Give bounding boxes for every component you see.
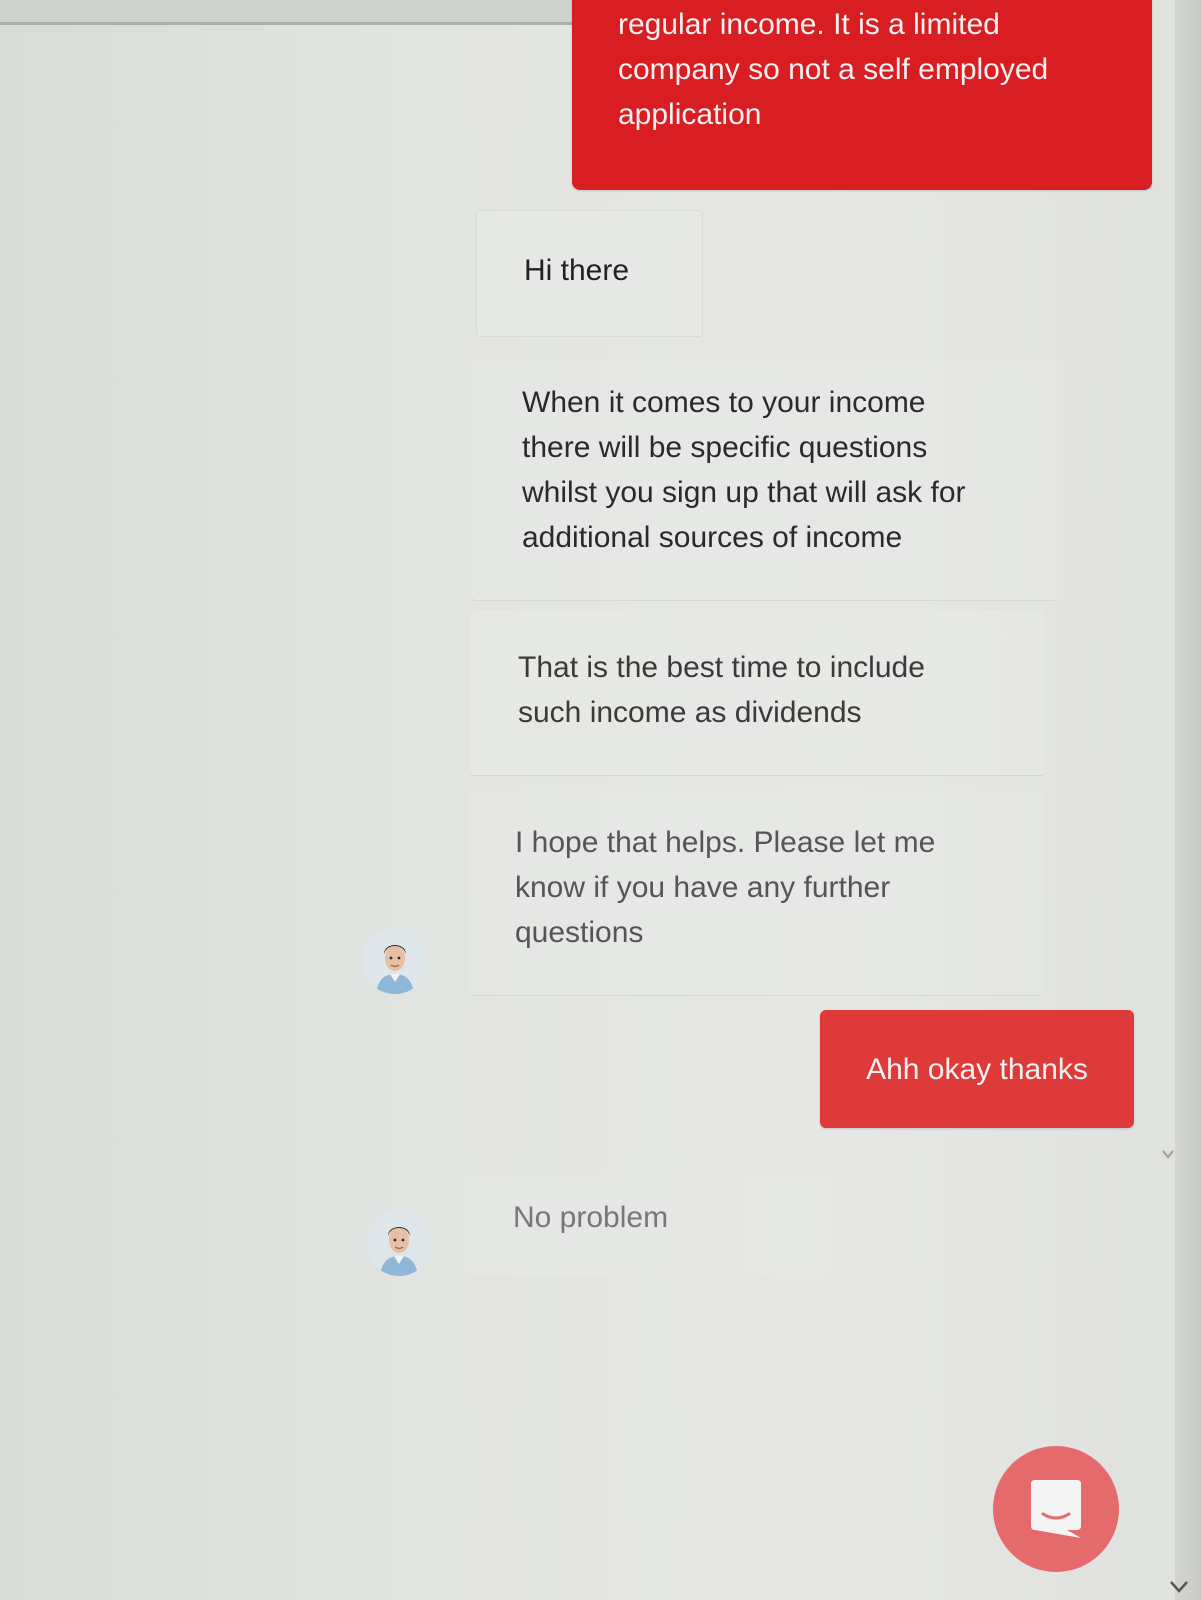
message-line: Ahh okay thanks [866, 1052, 1088, 1086]
message-line: know if you have any further [515, 871, 891, 904]
message-line: whilst you sign up that will ask for [522, 476, 966, 509]
message-line: application [618, 98, 762, 131]
user-message-income: regular income. It is a limited company … [572, 0, 1152, 190]
message-line: That is the best time to include [518, 651, 925, 684]
message-line: additional sources of income [522, 521, 903, 554]
message-line: questions [515, 916, 644, 949]
message-line: there will be specific questions [522, 431, 928, 464]
top-divider [0, 0, 575, 25]
message-line: I hope that helps. Please let me [515, 826, 936, 859]
agent-avatar-icon [366, 1210, 432, 1276]
chat-screen: regular income. It is a limited company … [0, 0, 1201, 1600]
agent-message-hope-helps: I hope that helps. Please let me know if… [468, 790, 1043, 996]
chat-bubble-icon [1031, 1480, 1081, 1538]
scroll-indicator-icon [1160, 1146, 1176, 1162]
message-line: Hi there [524, 254, 630, 287]
agent-message-income-questions: When it comes to your income there will … [472, 360, 1057, 601]
chat-launcher-button[interactable] [993, 1446, 1119, 1572]
message-line: No problem [513, 1201, 669, 1234]
message-line: such income as dividends [518, 696, 862, 729]
agent-message-greeting: Hi there [476, 210, 703, 337]
agent-avatar-icon [362, 928, 428, 994]
agent-message-dividends: That is the best time to include such in… [470, 610, 1045, 776]
message-line: When it comes to your income [522, 386, 926, 419]
agent-message-no-problem: No problem [466, 1175, 826, 1275]
chevron-down-icon[interactable] [1168, 1578, 1190, 1596]
message-line: regular income. It is a limited [618, 8, 1000, 41]
user-message-thanks: Ahh okay thanks [820, 1010, 1134, 1128]
message-line: company so not a self employed [618, 53, 1049, 86]
scrollbar-track[interactable] [1175, 0, 1201, 1600]
